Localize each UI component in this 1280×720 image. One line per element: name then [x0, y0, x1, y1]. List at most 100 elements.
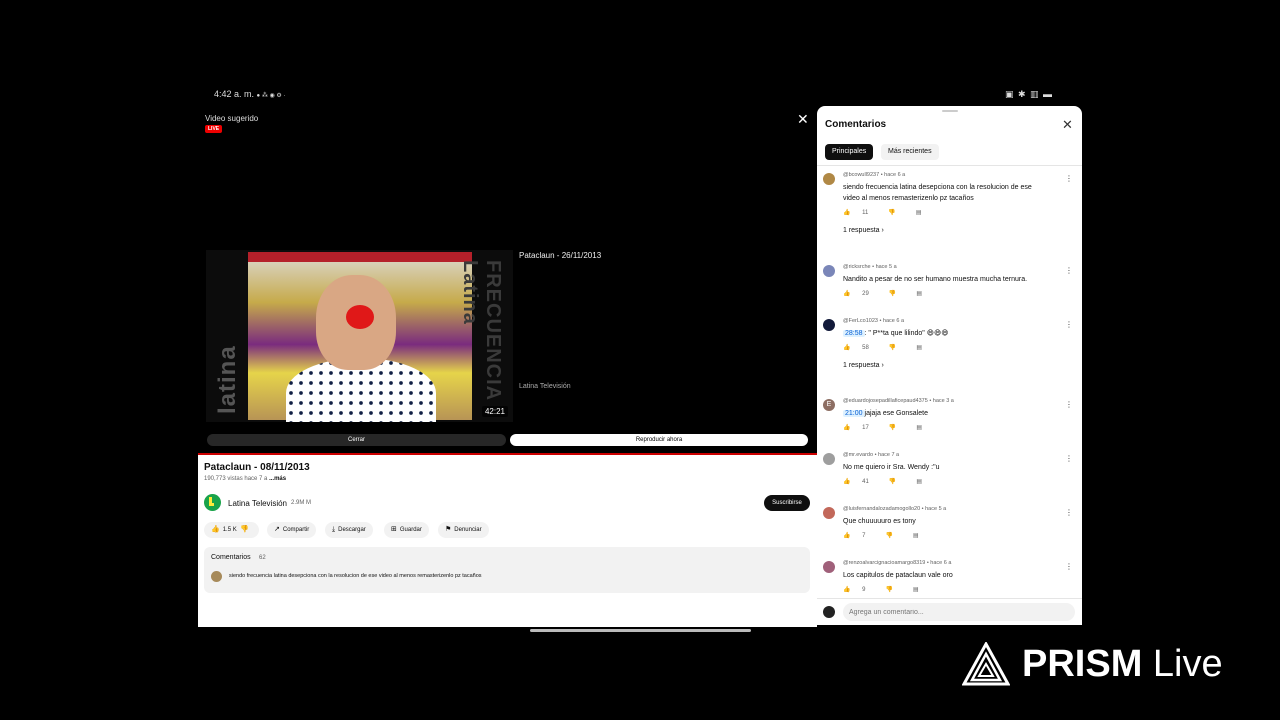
- channel-avatar[interactable]: [204, 494, 221, 511]
- thumbs-up-icon: 👍: [843, 533, 851, 539]
- reply-button[interactable]: ▤: [913, 532, 929, 539]
- thumbs-up-icon: 👍: [843, 425, 851, 431]
- suggested-video-thumbnail[interactable]: latina FRECUENCIA Latina 42:21: [206, 250, 513, 422]
- comment-actions: 👍 9 👎 ▤: [843, 586, 939, 593]
- avatar[interactable]: [823, 173, 835, 185]
- prism-logo-icon: [962, 642, 1010, 686]
- dislike-button[interactable]: 👎: [889, 290, 906, 297]
- comments-preview-title: Comentarios: [211, 554, 251, 561]
- more-vert-icon[interactable]: ⋮: [1065, 508, 1073, 517]
- dislike-button[interactable]: 👎: [889, 344, 906, 351]
- comment-author[interactable]: @eduardojosepadillaficepaud4375 • hace 3…: [843, 398, 954, 404]
- comment-author[interactable]: @bcowull9237 • hace 6 a: [843, 172, 905, 178]
- tab-mas-recientes[interactable]: Más recientes: [881, 144, 939, 160]
- avatar[interactable]: [823, 453, 835, 465]
- comments-panel: Comentarios ✕ Principales Más recientes …: [817, 106, 1082, 625]
- like-button[interactable]: 👍 58: [843, 344, 879, 351]
- divider: [817, 165, 1082, 166]
- reply-button[interactable]: ▤: [916, 344, 932, 351]
- comment-author[interactable]: @FerLco1023 • hace 6 a: [843, 318, 904, 324]
- suggested-video-label: Video sugerido: [205, 114, 259, 123]
- comment-author[interactable]: @renzoalvarcignacioamargo8319 • hace 6 a: [843, 560, 951, 566]
- play-now-button[interactable]: Reproducir ahora: [510, 434, 808, 446]
- dislike-button[interactable]: 👎: [889, 424, 906, 431]
- reply-icon: ▤: [916, 479, 922, 485]
- home-indicator[interactable]: [530, 629, 751, 632]
- video-duration: 42:21: [481, 406, 508, 417]
- comment-text: siendo frecuencia latina desepciona con …: [843, 184, 1032, 191]
- more-vert-icon[interactable]: ⋮: [1065, 266, 1073, 275]
- close-icon[interactable]: ✕: [797, 111, 809, 128]
- like-dislike-button[interactable]: 👍 1.5 K 👎: [204, 522, 259, 538]
- timestamp-link[interactable]: 28:58: [843, 330, 865, 337]
- thumbs-down-icon: 👎: [888, 425, 897, 431]
- avatar[interactable]: [823, 265, 835, 277]
- video-info-panel: Pataclaun - 08/11/2013 190,773 vistas ha…: [198, 453, 817, 627]
- add-comment-input[interactable]: [843, 603, 1075, 621]
- suggested-video-channel[interactable]: Latina Televisión: [519, 383, 571, 390]
- channel-name[interactable]: Latina Televisión: [228, 499, 287, 508]
- share-icon: ↗: [274, 526, 280, 533]
- report-button[interactable]: ⚑ Denunciar: [438, 522, 489, 538]
- tab-principales[interactable]: Principales: [825, 144, 874, 160]
- subscribe-button[interactable]: Suscribirse: [764, 495, 810, 511]
- avatar[interactable]: [823, 319, 835, 331]
- reply-button[interactable]: ▤: [916, 209, 932, 216]
- avatar: [211, 571, 222, 582]
- avatar[interactable]: [823, 507, 835, 519]
- share-button[interactable]: ↗ Compartir: [267, 522, 317, 538]
- like-button[interactable]: 👍 41: [843, 478, 879, 485]
- like-button[interactable]: 👍 29: [843, 290, 879, 297]
- comment-actions: 👍 7 👎 ▤: [843, 532, 939, 539]
- suggested-video-title[interactable]: Pataclaun - 26/11/2013: [519, 251, 601, 260]
- comment-text: video al menos remasterizenlo pz tacaños: [843, 195, 974, 202]
- more-link[interactable]: ...más: [269, 476, 286, 482]
- dislike-button[interactable]: 👎: [886, 532, 903, 539]
- replies-button[interactable]: 1 respuesta ›: [843, 227, 884, 234]
- chevron-right-icon: ›: [881, 227, 884, 234]
- more-vert-icon[interactable]: ⋮: [1065, 454, 1073, 463]
- like-button[interactable]: 👍 9: [843, 586, 876, 593]
- avatar[interactable]: [823, 561, 835, 573]
- comment-actions: 👍 58 👎 ▤: [843, 344, 942, 351]
- timestamp-link[interactable]: 21:00: [843, 410, 865, 417]
- comments-preview[interactable]: Comentarios 62 siendo frecuencia latina …: [204, 547, 810, 593]
- close-button[interactable]: Cerrar: [207, 434, 506, 446]
- reply-icon: ▤: [915, 210, 922, 216]
- more-vert-icon[interactable]: ⋮: [1065, 400, 1073, 409]
- avatar: [823, 606, 835, 618]
- avatar[interactable]: E: [823, 399, 835, 411]
- dislike-button[interactable]: 👎: [888, 209, 905, 216]
- comment-author[interactable]: @mr.evardo • hace 7 a: [843, 452, 899, 458]
- comment-author[interactable]: @ricksrche • hace 5 a: [843, 264, 897, 270]
- video-title: Pataclaun - 08/11/2013: [204, 462, 310, 473]
- like-button[interactable]: 👍 11: [843, 209, 878, 216]
- like-button[interactable]: 👍 17: [843, 424, 879, 431]
- dislike-button[interactable]: 👎: [889, 478, 906, 485]
- save-button[interactable]: ⊞ Guardar: [384, 522, 429, 538]
- reply-button[interactable]: ▤: [916, 478, 932, 485]
- thumbs-down-icon: 👎: [885, 533, 893, 539]
- reply-button[interactable]: ▤: [916, 290, 932, 297]
- thumbnail-clown-nose: [346, 305, 374, 329]
- more-vert-icon[interactable]: ⋮: [1065, 320, 1073, 329]
- download-button[interactable]: ⤓ Descargar: [325, 522, 373, 538]
- replies-button[interactable]: 1 respuesta ›: [843, 362, 884, 369]
- more-vert-icon[interactable]: ⋮: [1065, 174, 1073, 183]
- drag-handle[interactable]: [942, 110, 958, 112]
- status-icons: ▣ ✱ ▥ ▬: [1005, 89, 1054, 99]
- status-time: 4:42 a. m. ● ⁂ ◉ ⚙ ·: [214, 89, 286, 99]
- reply-button[interactable]: ▤: [916, 424, 932, 431]
- reply-button[interactable]: ▤: [913, 586, 929, 593]
- reply-icon: ▤: [916, 345, 922, 351]
- thumbs-up-icon: 👍: [843, 479, 851, 485]
- close-icon[interactable]: ✕: [1062, 117, 1073, 133]
- like-button[interactable]: 👍 7: [843, 532, 876, 539]
- comment-actions: 👍 17 👎 ▤: [843, 424, 942, 431]
- comment-author[interactable]: @luisfernandalozadamogollo20 • hace 5 a: [843, 506, 946, 512]
- more-vert-icon[interactable]: ⋮: [1065, 562, 1073, 571]
- thumbs-down-icon: 👎: [888, 210, 896, 216]
- dislike-button[interactable]: 👎: [886, 586, 903, 593]
- thumbs-up-icon: 👍: [211, 526, 220, 533]
- comment-text: Que chuuuuuro es tony: [843, 518, 916, 525]
